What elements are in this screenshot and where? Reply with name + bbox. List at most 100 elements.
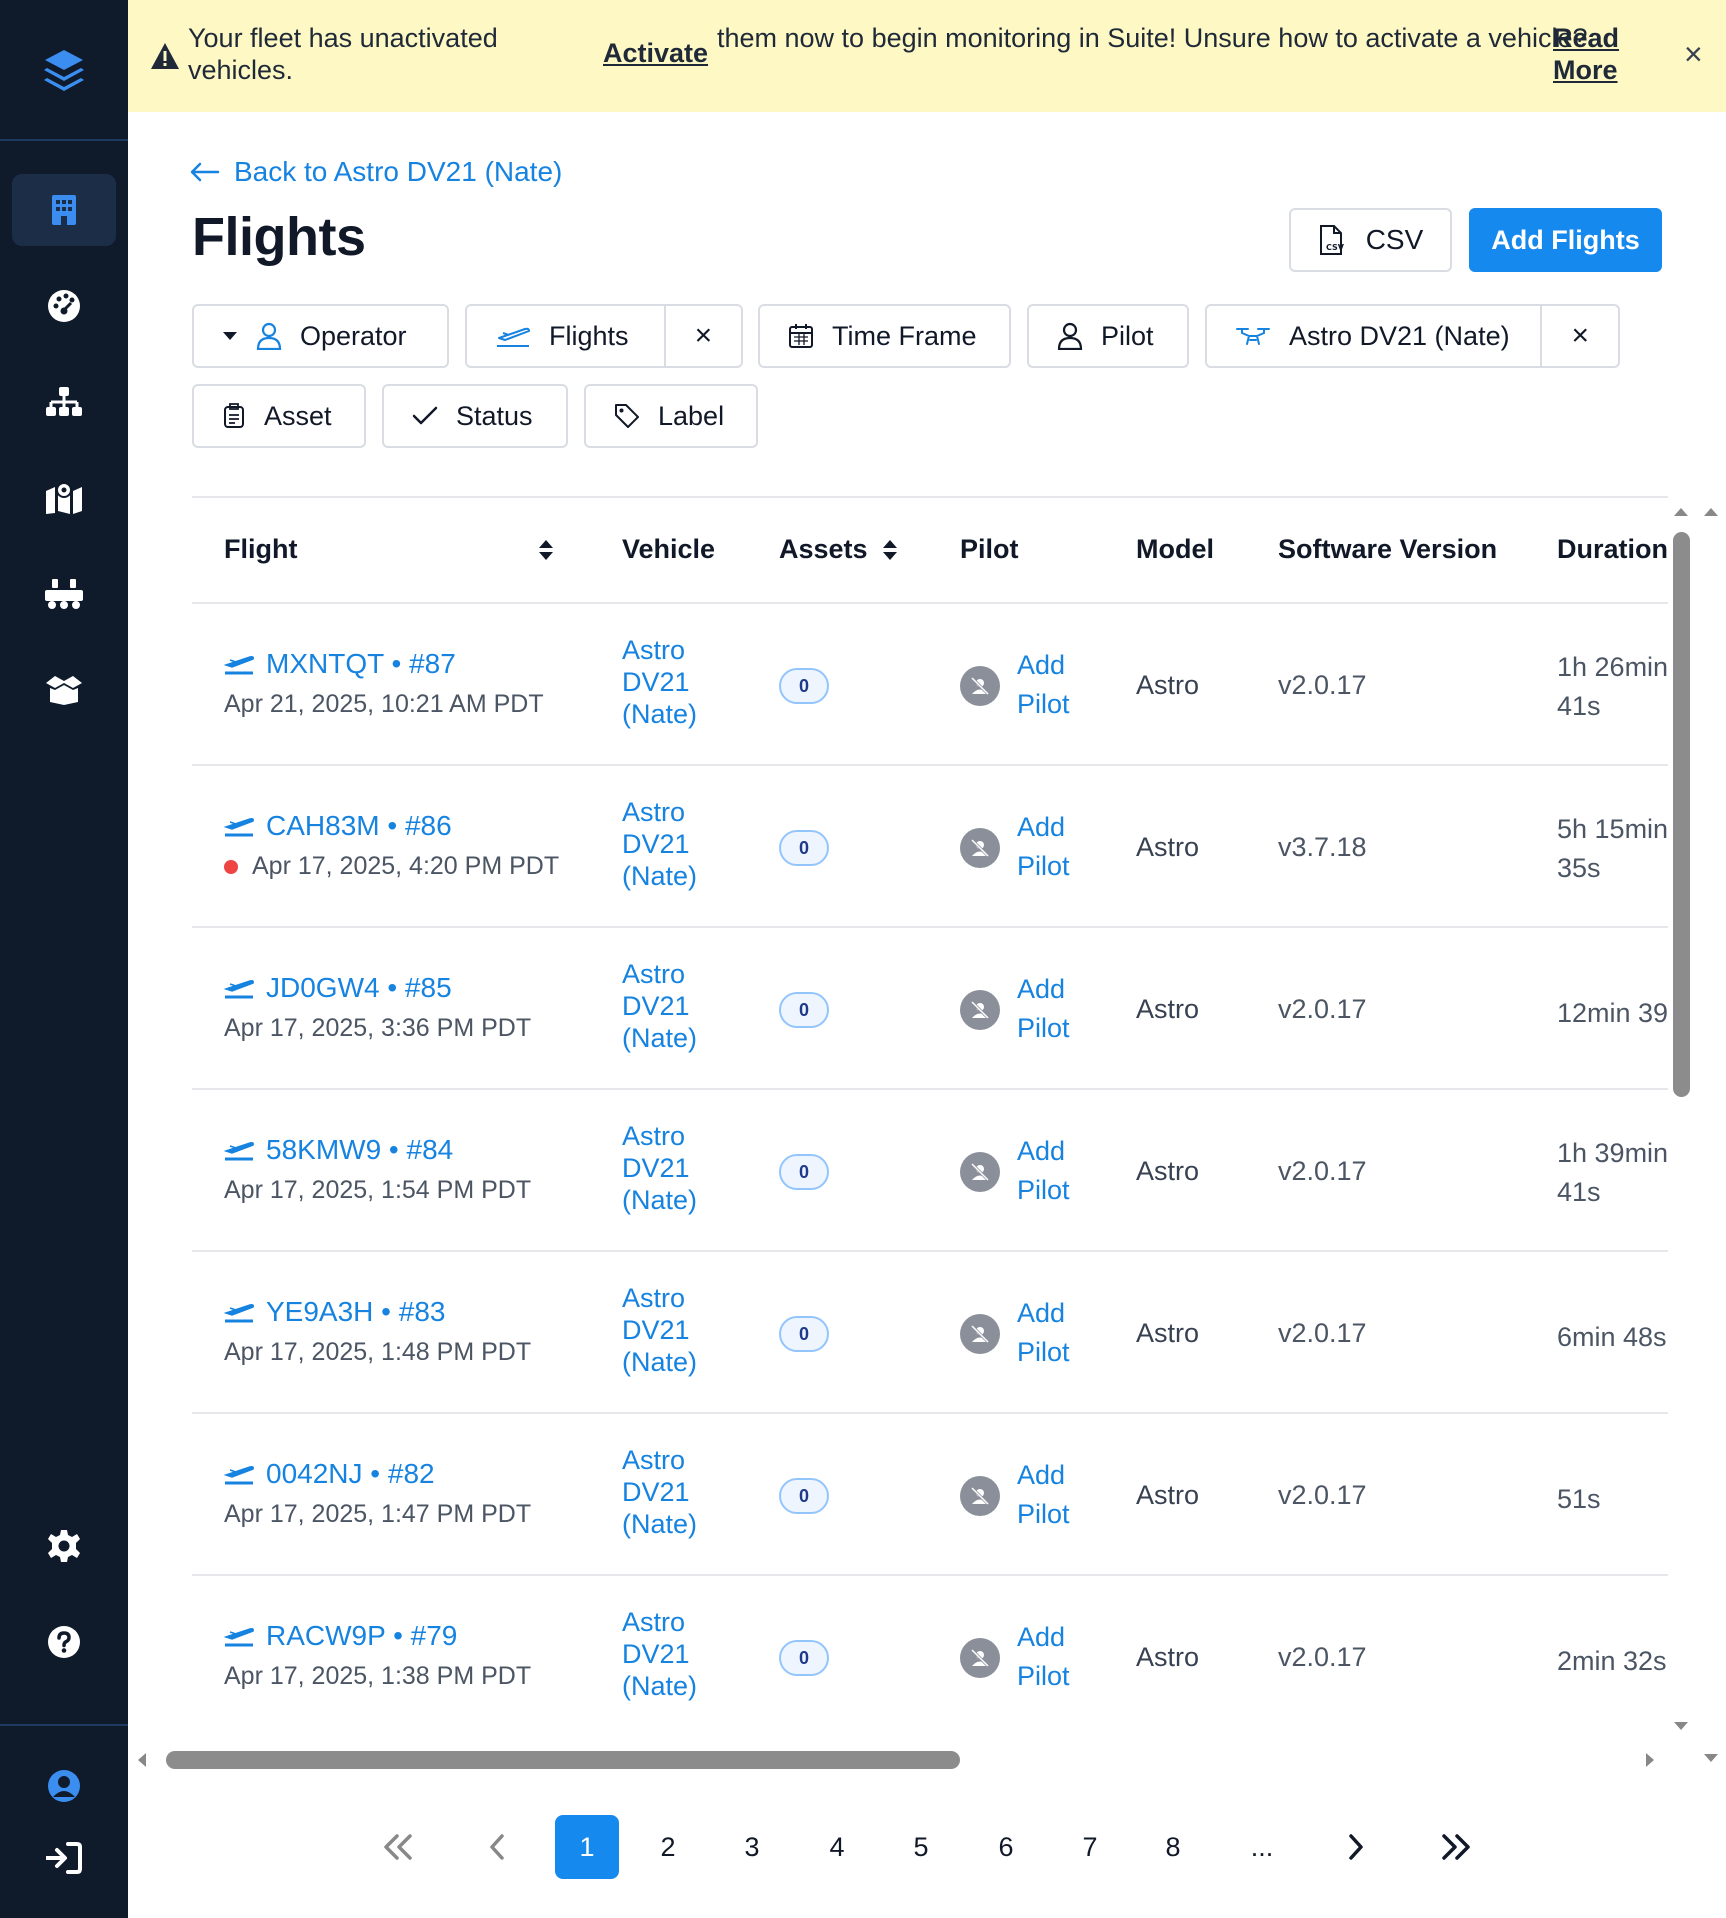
sidebar-item-fleet[interactable] bbox=[12, 558, 116, 630]
logo[interactable] bbox=[0, 0, 128, 141]
table-row[interactable]: 58KMW9 • #84 Apr 17, 2025, 1:54 PM PDT A… bbox=[192, 1090, 1668, 1252]
last-page-button[interactable] bbox=[1424, 1815, 1488, 1879]
vehicle-link[interactable]: Astro DV21 (Nate) bbox=[622, 634, 752, 730]
table-row[interactable]: MXNTQT • #87 Apr 21, 2025, 10:21 AM PDT … bbox=[192, 604, 1668, 766]
sidebar-item-help[interactable] bbox=[12, 1606, 116, 1678]
vehicle-link[interactable]: Astro DV21 (Nate) bbox=[622, 1120, 752, 1216]
sidebar-item-inventory[interactable] bbox=[12, 654, 116, 726]
csv-export-button[interactable]: CSV CSV bbox=[1289, 208, 1452, 272]
previous-page-button[interactable] bbox=[465, 1815, 529, 1879]
assets-count-badge[interactable]: 0 bbox=[779, 1640, 829, 1676]
model: Astro bbox=[1136, 1318, 1200, 1348]
remove-vehicle-filter-button[interactable]: × bbox=[1540, 306, 1618, 366]
table-row[interactable]: JD0GW4 • #85 Apr 17, 2025, 3:36 PM PDT A… bbox=[192, 928, 1668, 1090]
column-flight[interactable]: Flight bbox=[224, 534, 554, 565]
vehicle-link[interactable]: Astro DV21 (Nate) bbox=[622, 1606, 752, 1702]
vehicle-link[interactable]: Astro DV21 (Nate) bbox=[622, 1444, 752, 1540]
flight-link[interactable]: CAH83M • #86 bbox=[224, 810, 452, 842]
flight-link[interactable]: RACW9P • #79 bbox=[224, 1620, 457, 1652]
assets-count-badge[interactable]: 0 bbox=[779, 1316, 829, 1352]
flight-link[interactable]: MXNTQT • #87 bbox=[224, 648, 456, 680]
page-8-button[interactable]: 8 bbox=[1141, 1815, 1205, 1879]
add-pilot-link[interactable]: Add Pilot bbox=[1017, 808, 1097, 886]
page-7-button[interactable]: 7 bbox=[1058, 1815, 1122, 1879]
add-pilot-link[interactable]: Add Pilot bbox=[1017, 646, 1097, 724]
pilot-avatar-icon bbox=[960, 1152, 1000, 1192]
column-assets[interactable]: Assets bbox=[779, 534, 898, 565]
software-version: v2.0.17 bbox=[1278, 994, 1367, 1024]
banner-close-button[interactable]: × bbox=[1684, 36, 1703, 73]
flight-link[interactable]: 0042NJ • #82 bbox=[224, 1458, 435, 1490]
flight-date: Apr 17, 2025, 1:38 PM PDT bbox=[224, 1662, 532, 1690]
software-version: v2.0.17 bbox=[1278, 1318, 1367, 1348]
filter-label[interactable]: Label bbox=[584, 384, 758, 448]
arrow-left-icon bbox=[190, 162, 220, 182]
filter-vehicle[interactable]: Astro DV21 (Nate) × bbox=[1205, 304, 1620, 368]
sidebar-item-hierarchy[interactable] bbox=[12, 366, 116, 438]
vertical-scroll-thumb[interactable] bbox=[1673, 532, 1690, 1097]
assets-count-badge[interactable]: 0 bbox=[779, 1154, 829, 1190]
table-row[interactable]: CAH83M • #86 Apr 17, 2025, 4:20 PM PDT A… bbox=[192, 766, 1668, 928]
activate-link[interactable]: Activate bbox=[603, 38, 708, 69]
filter-status[interactable]: Status bbox=[382, 384, 568, 448]
filter-operator[interactable]: Operator bbox=[192, 304, 449, 368]
scroll-right-arrow-icon bbox=[1646, 1753, 1654, 1767]
layers-logo-icon bbox=[44, 49, 84, 91]
chevron-right-icon bbox=[1349, 1834, 1363, 1860]
svg-text:CSV: CSV bbox=[1326, 243, 1344, 252]
filter-time-frame[interactable]: Time Frame bbox=[758, 304, 1011, 368]
add-pilot-link[interactable]: Add Pilot bbox=[1017, 970, 1097, 1048]
read-more-link[interactable]: Read More bbox=[1553, 22, 1643, 86]
page-4-button[interactable]: 4 bbox=[805, 1815, 869, 1879]
assets-count-badge[interactable]: 0 bbox=[779, 1478, 829, 1514]
page-6-button[interactable]: 6 bbox=[974, 1815, 1038, 1879]
first-page-button[interactable] bbox=[366, 1815, 430, 1879]
chevrons-right-icon bbox=[1442, 1834, 1470, 1860]
scroll-down-arrow-icon bbox=[1674, 1722, 1688, 1730]
assets-count-badge[interactable]: 0 bbox=[779, 992, 829, 1028]
table-row[interactable]: 0042NJ • #82 Apr 17, 2025, 1:47 PM PDT A… bbox=[192, 1414, 1668, 1576]
next-page-button[interactable] bbox=[1324, 1815, 1388, 1879]
sidebar-item-account[interactable] bbox=[12, 1750, 116, 1822]
page-5-button[interactable]: 5 bbox=[889, 1815, 953, 1879]
add-pilot-link[interactable]: Add Pilot bbox=[1017, 1618, 1097, 1696]
add-pilot-link[interactable]: Add Pilot bbox=[1017, 1132, 1097, 1210]
filter-flights[interactable]: Flights × bbox=[465, 304, 743, 368]
pagination-ellipsis: ... bbox=[1250, 1831, 1274, 1862]
flights-table: Flight Vehicle Assets Pilot Model Softwa… bbox=[192, 496, 1668, 1736]
flight-link[interactable]: 58KMW9 • #84 bbox=[224, 1134, 453, 1166]
filter-asset[interactable]: Asset bbox=[192, 384, 366, 448]
add-flights-button[interactable]: Add Flights bbox=[1469, 208, 1662, 272]
horizontal-scroll-thumb[interactable] bbox=[166, 1751, 960, 1769]
sidebar-item-settings[interactable] bbox=[12, 1510, 116, 1582]
sidebar-item-logout[interactable] bbox=[12, 1822, 116, 1894]
back-link[interactable]: Back to Astro DV21 (Nate) bbox=[190, 156, 562, 188]
flight-link[interactable]: YE9A3H • #83 bbox=[224, 1296, 445, 1328]
sidebar-item-organization[interactable] bbox=[12, 174, 116, 246]
assets-count-badge[interactable]: 0 bbox=[779, 830, 829, 866]
remove-flights-filter-button[interactable]: × bbox=[663, 306, 741, 366]
vehicle-link[interactable]: Astro DV21 (Nate) bbox=[622, 958, 752, 1054]
flight-link[interactable]: JD0GW4 • #85 bbox=[224, 972, 452, 1004]
filter-pilot[interactable]: Pilot bbox=[1027, 304, 1189, 368]
vehicle-link[interactable]: Astro DV21 (Nate) bbox=[622, 1282, 752, 1378]
filter-vehicle-label: Astro DV21 (Nate) bbox=[1289, 320, 1510, 351]
tag-icon bbox=[615, 404, 639, 428]
chevrons-left-icon bbox=[384, 1834, 412, 1860]
sidebar-item-map[interactable] bbox=[12, 462, 116, 534]
assets-count-badge[interactable]: 0 bbox=[779, 668, 829, 704]
duration: 5h 15min 35s bbox=[1557, 814, 1668, 883]
add-pilot-link[interactable]: Add Pilot bbox=[1017, 1294, 1097, 1372]
add-pilot-link[interactable]: Add Pilot bbox=[1017, 1456, 1097, 1534]
page-1-button[interactable]: 1 bbox=[555, 1815, 619, 1879]
sidebar-item-dashboard[interactable] bbox=[12, 270, 116, 342]
table-row[interactable]: YE9A3H • #83 Apr 17, 2025, 1:48 PM PDT A… bbox=[192, 1252, 1668, 1414]
page-3-button[interactable]: 3 bbox=[720, 1815, 784, 1879]
vehicle-link[interactable]: Astro DV21 (Nate) bbox=[622, 796, 752, 892]
duration: 1h 39min 41s bbox=[1557, 1138, 1668, 1207]
table-row[interactable]: RACW9P • #79 Apr 17, 2025, 1:38 PM PDT A… bbox=[192, 1576, 1668, 1736]
scroll-up-arrow-icon bbox=[1674, 508, 1688, 516]
filter-operator-label: Operator bbox=[300, 320, 407, 351]
page-2-button[interactable]: 2 bbox=[636, 1815, 700, 1879]
gear-icon bbox=[48, 1530, 80, 1562]
